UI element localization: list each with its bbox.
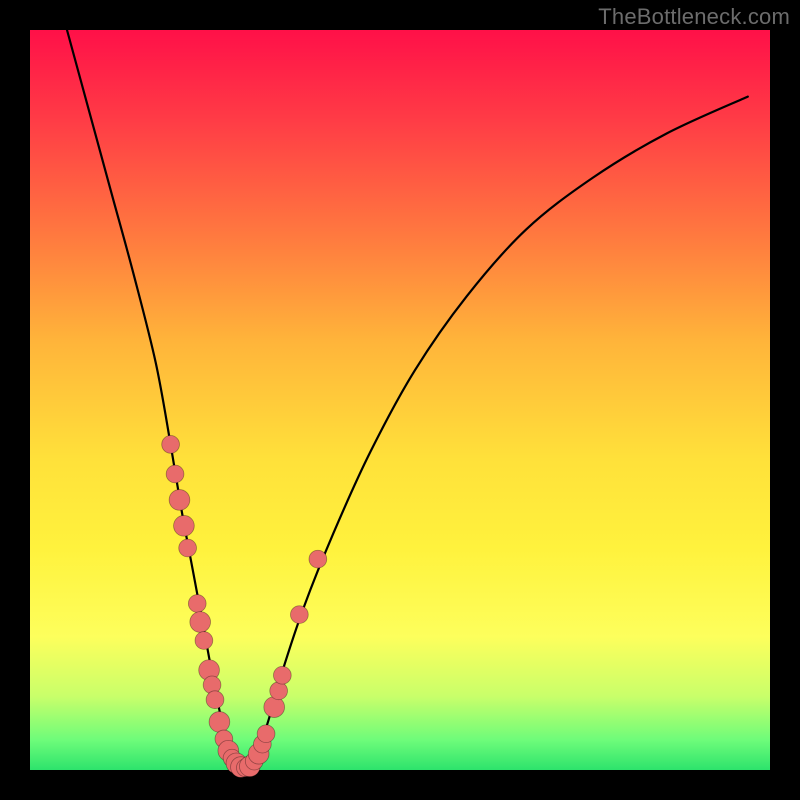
scatter-dot — [270, 682, 288, 700]
scatter-dot — [179, 539, 197, 557]
bottleneck-curve — [67, 30, 748, 770]
scatter-dot — [264, 697, 285, 718]
scatter-dot — [166, 465, 184, 483]
scatter-dot — [257, 725, 275, 743]
scatter-dot — [174, 515, 195, 536]
chart-stage: TheBottleneck.com — [0, 0, 800, 800]
chart-overlay — [30, 30, 770, 770]
watermark-text: TheBottleneck.com — [598, 4, 790, 30]
scatter-dot — [188, 595, 206, 613]
scatter-dot — [190, 612, 211, 633]
scatter-dot — [273, 666, 291, 684]
scatter-dot — [206, 691, 224, 709]
scatter-dot — [309, 550, 327, 568]
scatter-dot — [169, 490, 190, 511]
scatter-dot — [290, 606, 308, 624]
scatter-dots — [162, 436, 327, 778]
scatter-dot — [209, 712, 230, 733]
scatter-dot — [195, 632, 213, 650]
scatter-dot — [162, 436, 180, 454]
